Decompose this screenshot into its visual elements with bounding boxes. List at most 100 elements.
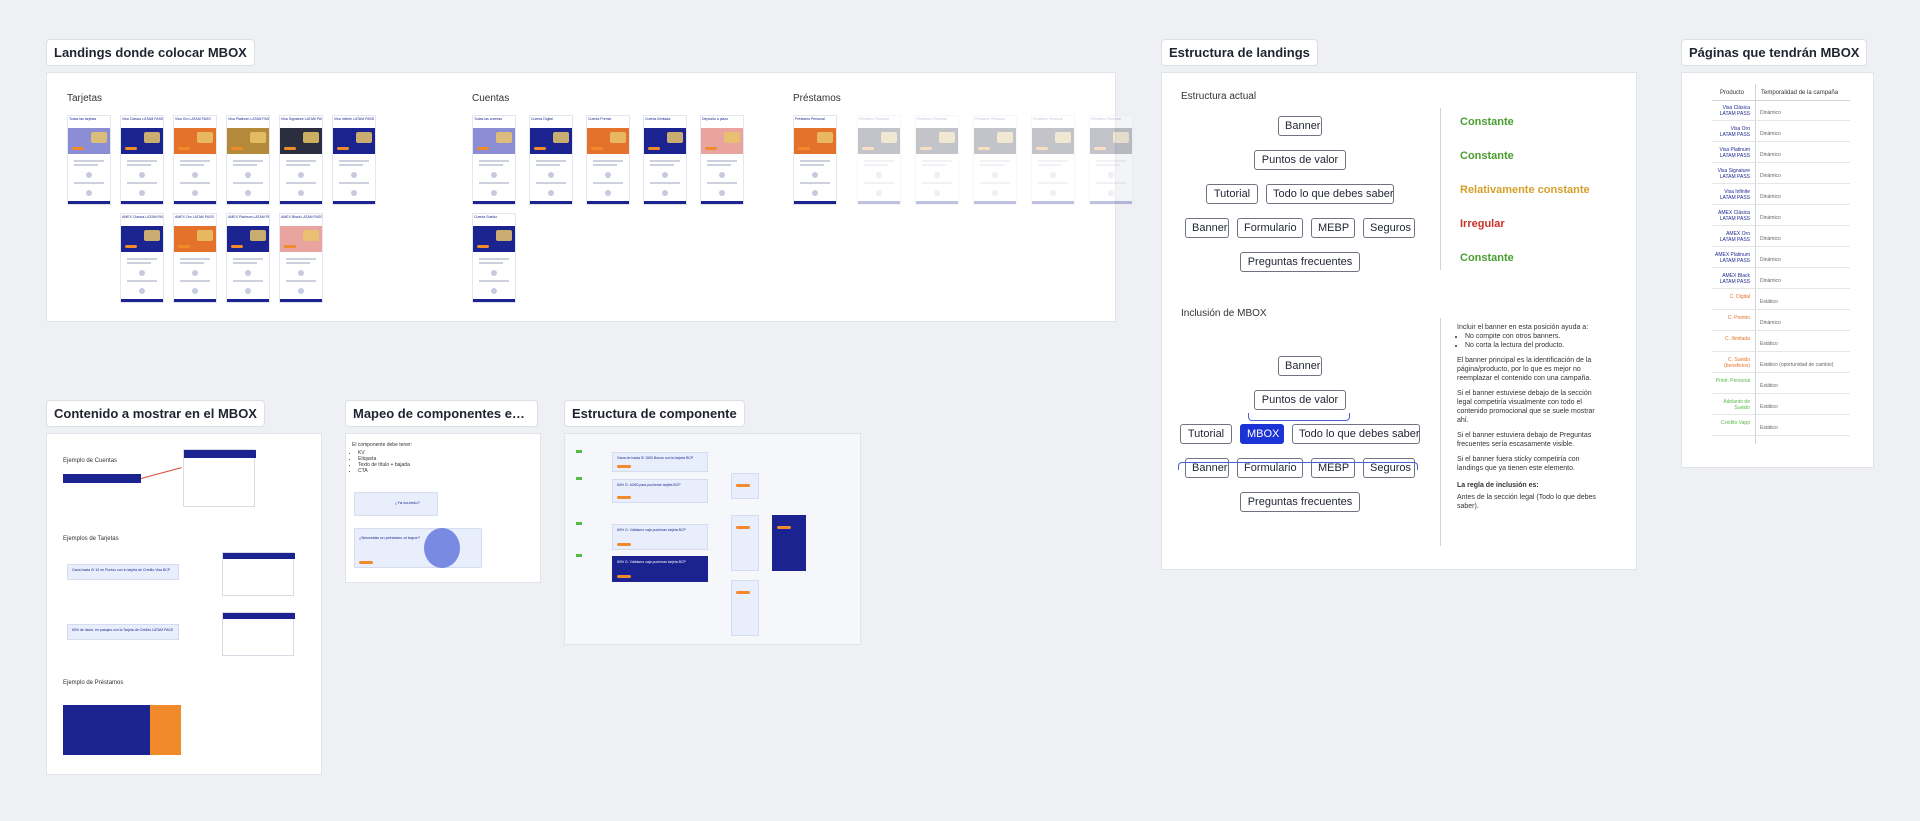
- component-variant[interactable]: 60% G. 40/60 para pucheras tarjeta BCP: [612, 479, 708, 503]
- hero-banner: [644, 128, 686, 154]
- landing-thumbnail[interactable]: Cuenta Ilimitada: [643, 115, 687, 205]
- cuentas-page-preview: [183, 449, 256, 507]
- product-row[interactable]: Visa Clásica LATAM PASS Dinámico: [1712, 104, 1850, 121]
- product-row[interactable]: AMEX Oro LATAM PASS Dinámico: [1712, 230, 1850, 247]
- product-temporality: Dinámico: [1760, 131, 1781, 137]
- component-mobile-variant[interactable]: [731, 515, 759, 571]
- hero-banner: [1032, 128, 1074, 154]
- landing-thumbnail[interactable]: Cuenta Digital: [529, 115, 573, 205]
- landing-thumbnail[interactable]: Cuenta Sueldo: [472, 213, 516, 303]
- landing-thumbnail[interactable]: Préstamo Personal: [1031, 115, 1075, 205]
- product-name: Visa Signature LATAM PASS: [1717, 168, 1750, 180]
- structure-box[interactable]: Seguros: [1363, 218, 1415, 238]
- landing-thumbnail[interactable]: Visa Signature LATAM PASS: [279, 115, 323, 205]
- product-row[interactable]: AMEX Black LATAM PASS Dinámico: [1712, 272, 1850, 289]
- product-row[interactable]: C. Digital Estático: [1712, 293, 1850, 310]
- hero-banner: [587, 128, 629, 154]
- divider-actual: [1440, 108, 1441, 270]
- structure-box[interactable]: Preguntas frecuentes: [1240, 492, 1360, 512]
- landing-thumbnail[interactable]: AMEX Oro LATAM PASS: [173, 213, 217, 303]
- structure-box[interactable]: Todo lo que debes saber: [1266, 184, 1394, 204]
- landing-thumbnail[interactable]: Visa Infinite LATAM PASS: [332, 115, 376, 205]
- product-row[interactable]: Visa Platinum LATAM PASS Dinámico: [1712, 146, 1850, 163]
- structure-box[interactable]: Todo lo que debes saber: [1292, 424, 1420, 444]
- component-variant[interactable]: 60% G. Válidamo caja pucheras tarjeta BC…: [612, 556, 708, 582]
- structure-box[interactable]: Puntos de valor: [1254, 390, 1346, 410]
- component-mobile-variant[interactable]: [731, 580, 759, 636]
- product-temporality: Dinámico: [1760, 278, 1781, 284]
- tarjetas-page-preview-2: [222, 612, 295, 656]
- hero-banner: [701, 128, 743, 154]
- product-name: C. Premio: [1727, 315, 1750, 321]
- landing-thumbnail[interactable]: Préstamo Personal: [857, 115, 901, 205]
- stability-status: Constante: [1460, 116, 1514, 128]
- product-row[interactable]: Visa Infinite LATAM PASS Dinámico: [1712, 188, 1850, 205]
- product-row[interactable]: C. Sueldo (beneficios) Estático (oportuni…: [1712, 356, 1850, 373]
- structure-box[interactable]: Tutorial: [1180, 424, 1232, 444]
- note-p4: Si el banner fuera sticky competiría con…: [1457, 456, 1580, 472]
- frame-estructura-componente: [564, 433, 861, 645]
- product-row[interactable]: C. Ilimitada Estático: [1712, 335, 1850, 352]
- structure-box[interactable]: MEBP: [1311, 218, 1355, 238]
- structure-box[interactable]: Tutorial: [1206, 184, 1258, 204]
- structure-box[interactable]: Puntos de valor: [1254, 150, 1346, 170]
- landing-thumbnail[interactable]: Préstamo Personal: [793, 115, 837, 205]
- landing-thumbnail[interactable]: AMEX Platinum LATAM PASS: [226, 213, 270, 303]
- landing-thumbnail[interactable]: Préstamo Personal: [915, 115, 959, 205]
- product-row[interactable]: AMEX Platinum LATAM PASS Dinámico: [1712, 251, 1850, 268]
- frame-title-paginas[interactable]: Páginas que tendrán MBOX: [1681, 39, 1868, 66]
- landing-thumbnail-title: Cuenta Digital: [531, 117, 553, 121]
- product-row[interactable]: C. Premio Dinámico: [1712, 314, 1850, 331]
- structure-box[interactable]: Banner: [1185, 218, 1229, 238]
- landing-thumbnail-title: Préstamo Personal: [795, 117, 825, 121]
- note-bullet-2: No corta la lectura del producto.: [1465, 341, 1607, 350]
- variant-tag: [576, 522, 582, 525]
- mapeo-intro: El componente debe tener:: [352, 442, 413, 448]
- landing-thumbnail[interactable]: Préstamo Personal: [973, 115, 1017, 205]
- structure-box[interactable]: Banner: [1278, 356, 1322, 376]
- product-row[interactable]: Crédito Vapp Estático: [1712, 419, 1850, 436]
- landing-thumbnail[interactable]: Préstamo Personal: [1089, 115, 1133, 205]
- frame-title-estructura[interactable]: Estructura de landings: [1161, 39, 1318, 66]
- hero-banner: [1090, 128, 1132, 154]
- product-row[interactable]: Adelanto de Sueldo Estático: [1712, 398, 1850, 415]
- product-row[interactable]: Visa Oro LATAM PASS Dinámico: [1712, 125, 1850, 142]
- mbox-box[interactable]: MBOX: [1240, 424, 1284, 444]
- component-mobile-variant[interactable]: [772, 515, 806, 571]
- frame-title-estructura-componente[interactable]: Estructura de componente: [564, 400, 745, 427]
- hero-banner: [333, 128, 375, 154]
- landing-thumbnail[interactable]: Todas las tarjetas: [67, 115, 111, 205]
- landing-thumbnail[interactable]: Depósito a plazo: [700, 115, 744, 205]
- landing-thumbnail-title: Todas las cuentas: [474, 117, 503, 121]
- frame-title-landings[interactable]: Landings donde colocar MBOX: [46, 39, 255, 66]
- product-row[interactable]: Prést. Personal Estático: [1712, 377, 1850, 394]
- product-temporality: Estático: [1760, 341, 1778, 347]
- landing-thumbnail[interactable]: Visa Clásica LATAM PASS: [120, 115, 164, 205]
- landing-thumbnail-title: Depósito a plazo: [702, 117, 729, 121]
- product-row[interactable]: AMEX Clásica LATAM PASS Dinámico: [1712, 209, 1850, 226]
- product-name: AMEX Clásica LATAM PASS: [1718, 210, 1750, 222]
- product-temporality: Estático: [1760, 425, 1778, 431]
- hero-banner: [280, 226, 322, 252]
- product-row[interactable]: Visa Signature LATAM PASS Dinámico: [1712, 167, 1850, 184]
- bracket-bottom: [1178, 462, 1418, 470]
- landing-thumbnail[interactable]: AMEX Clásica LATAM PASS: [120, 213, 164, 303]
- hero-banner: [174, 128, 216, 154]
- structure-box[interactable]: Formulario: [1237, 218, 1303, 238]
- landing-thumbnail[interactable]: Todas las cuentas: [472, 115, 516, 205]
- product-temporality: Dinámico: [1760, 257, 1781, 263]
- component-variant[interactable]: 60% G. Válidamo caja pucheras tarjeta BC…: [612, 524, 708, 550]
- structure-box[interactable]: Banner: [1278, 116, 1322, 136]
- landing-thumbnail-title: Visa Signature LATAM PASS: [281, 117, 323, 121]
- landing-thumbnail[interactable]: Visa Platinum LATAM PASS: [226, 115, 270, 205]
- landing-thumbnail-title: Visa Infinite LATAM PASS: [334, 117, 375, 121]
- component-variant[interactable]: Gana de hasta S/ 1500 Bonos con tu tarje…: [612, 452, 708, 472]
- structure-box[interactable]: Preguntas frecuentes: [1240, 252, 1360, 272]
- landing-thumbnail[interactable]: Visa Oro LATAM PASS: [173, 115, 217, 205]
- landing-thumbnail[interactable]: Cuenta Premio: [586, 115, 630, 205]
- landing-thumbnail-title: Préstamo Personal: [975, 117, 1005, 121]
- component-mobile-variant[interactable]: [731, 473, 759, 499]
- landing-thumbnail[interactable]: AMEX Black LATAM PASS: [279, 213, 323, 303]
- frame-title-contenido[interactable]: Contenido a mostrar en el MBOX: [46, 400, 265, 427]
- frame-title-mapeo[interactable]: Mapeo de componentes existentes: [345, 400, 538, 427]
